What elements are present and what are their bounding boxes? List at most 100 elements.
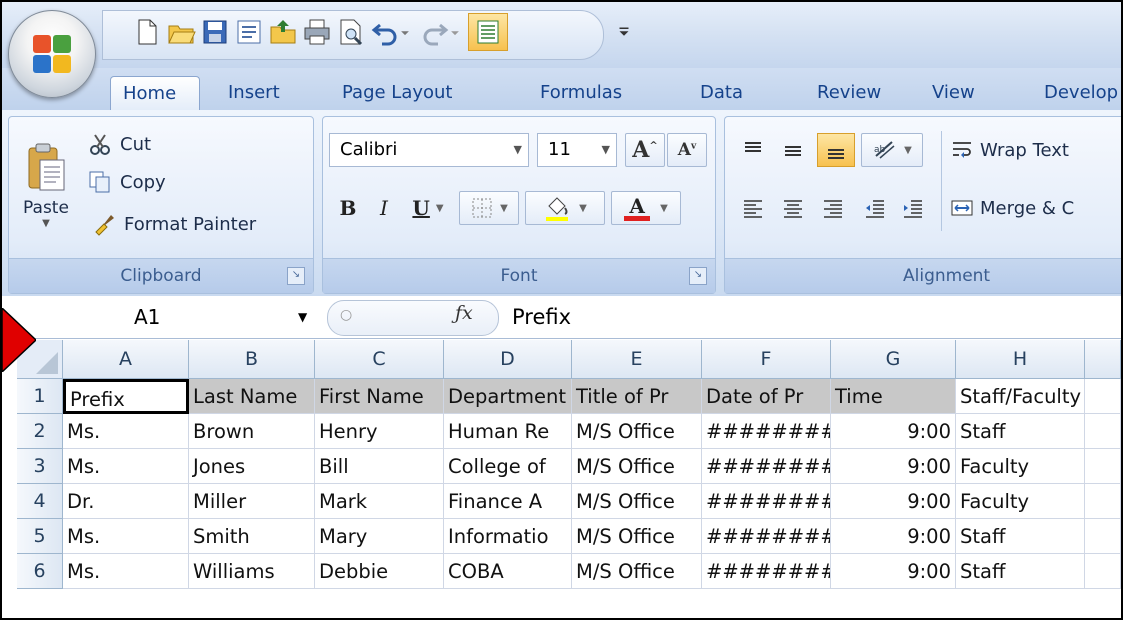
- increase-indent-button[interactable]: [895, 191, 931, 225]
- tab-review[interactable]: Review: [805, 76, 893, 110]
- cell-f5[interactable]: ########: [702, 519, 831, 554]
- column-header-next[interactable]: [1085, 340, 1121, 379]
- tab-formulas[interactable]: Formulas: [528, 76, 634, 110]
- cell-f2[interactable]: ########: [702, 414, 831, 449]
- cell-a3[interactable]: Ms.: [63, 449, 189, 484]
- cell-e5[interactable]: M/S Office: [572, 519, 702, 554]
- cell-d2[interactable]: Human Re: [444, 414, 572, 449]
- cell-empty[interactable]: [1085, 379, 1121, 414]
- cell-h1[interactable]: Staff/Faculty: [956, 379, 1085, 414]
- cell-e6[interactable]: M/S Office: [572, 554, 702, 589]
- cut-button[interactable]: Cut: [87, 127, 197, 161]
- column-header-h[interactable]: H: [956, 340, 1085, 379]
- cell-h6[interactable]: Staff: [956, 554, 1085, 589]
- form-button-icon[interactable]: [468, 13, 508, 51]
- cell-d3[interactable]: College of: [444, 449, 572, 484]
- cell-g2[interactable]: 9:00: [831, 414, 956, 449]
- save-icon[interactable]: [198, 15, 232, 49]
- row-header-4[interactable]: 4: [17, 484, 63, 519]
- name-box[interactable]: A1 ▼: [64, 300, 322, 334]
- cell-g6[interactable]: 9:00: [831, 554, 956, 589]
- font-color-button[interactable]: A ▼: [611, 191, 681, 225]
- cell-c4[interactable]: Mark: [315, 484, 444, 519]
- column-header-a[interactable]: A: [63, 340, 189, 379]
- align-center-button[interactable]: [775, 191, 811, 225]
- cell-a1[interactable]: Prefix: [63, 379, 189, 414]
- row-header-3[interactable]: 3: [17, 449, 63, 484]
- cell-h3[interactable]: Faculty: [956, 449, 1085, 484]
- font-name-combo[interactable]: Calibri ▼: [329, 133, 529, 167]
- cell-d6[interactable]: COBA: [444, 554, 572, 589]
- cell-b5[interactable]: Smith: [189, 519, 315, 554]
- cell-g4[interactable]: 9:00: [831, 484, 956, 519]
- row-header-6[interactable]: 6: [17, 554, 63, 589]
- cell-f4[interactable]: ########: [702, 484, 831, 519]
- cell-e3[interactable]: M/S Office: [572, 449, 702, 484]
- cell-empty[interactable]: [1085, 519, 1121, 554]
- tab-home[interactable]: Home: [110, 76, 200, 110]
- cell-g1[interactable]: Time: [831, 379, 956, 414]
- shrink-font-button[interactable]: Av: [667, 133, 707, 167]
- open-folder-icon[interactable]: [164, 15, 198, 49]
- cell-b4[interactable]: Miller: [189, 484, 315, 519]
- font-size-combo[interactable]: 11 ▼: [537, 133, 617, 167]
- cell-a6[interactable]: Ms.: [63, 554, 189, 589]
- cell-c2[interactable]: Henry: [315, 414, 444, 449]
- fill-color-button[interactable]: ▼: [525, 191, 605, 225]
- cell-a2[interactable]: Ms.: [63, 414, 189, 449]
- cell-b1[interactable]: Last Name: [189, 379, 315, 414]
- cell-f6[interactable]: ########: [702, 554, 831, 589]
- cell-b2[interactable]: Brown: [189, 414, 315, 449]
- merge-center-button[interactable]: Merge & C: [949, 191, 1121, 225]
- cell-e2[interactable]: M/S Office: [572, 414, 702, 449]
- cell-g3[interactable]: 9:00: [831, 449, 956, 484]
- cell-empty[interactable]: [1085, 449, 1121, 484]
- customize-quick-access-icon[interactable]: [612, 15, 636, 49]
- column-header-f[interactable]: F: [702, 340, 831, 379]
- copy-button[interactable]: Copy: [87, 165, 207, 199]
- column-header-g[interactable]: G: [831, 340, 956, 379]
- decrease-indent-button[interactable]: [857, 191, 893, 225]
- align-bottom-button[interactable]: [817, 133, 855, 167]
- borders-button[interactable]: ▼: [459, 191, 519, 225]
- grow-font-button[interactable]: A^: [625, 133, 665, 167]
- cancel-entry-icon[interactable]: ○: [340, 307, 352, 323]
- cell-c5[interactable]: Mary: [315, 519, 444, 554]
- row-header-2[interactable]: 2: [17, 414, 63, 449]
- print-preview-icon[interactable]: [334, 15, 368, 49]
- new-document-icon[interactable]: [130, 15, 164, 49]
- undo-dropdown-icon[interactable]: [396, 15, 414, 49]
- row-header-5[interactable]: 5: [17, 519, 63, 554]
- form-icon[interactable]: [232, 15, 266, 49]
- column-header-c[interactable]: C: [315, 340, 444, 379]
- publish-icon[interactable]: [266, 15, 300, 49]
- cell-d5[interactable]: Informatio: [444, 519, 572, 554]
- column-header-e[interactable]: E: [572, 340, 702, 379]
- cell-f1[interactable]: Date of Pr: [702, 379, 831, 414]
- column-header-d[interactable]: D: [444, 340, 572, 379]
- cell-d4[interactable]: Finance A: [444, 484, 572, 519]
- format-painter-button[interactable]: Format Painter: [91, 207, 291, 241]
- cell-c6[interactable]: Debbie: [315, 554, 444, 589]
- bold-button[interactable]: B: [333, 191, 363, 225]
- cell-b3[interactable]: Jones: [189, 449, 315, 484]
- redo-dropdown-icon[interactable]: [446, 15, 464, 49]
- tab-view[interactable]: View: [920, 76, 987, 110]
- cell-h4[interactable]: Faculty: [956, 484, 1085, 519]
- underline-button[interactable]: U ▼: [405, 191, 451, 225]
- align-middle-button[interactable]: [775, 133, 811, 167]
- quick-print-icon[interactable]: [300, 15, 334, 49]
- formula-input[interactable]: Prefix: [512, 300, 571, 334]
- cell-c3[interactable]: Bill: [315, 449, 444, 484]
- name-box-dropdown-icon[interactable]: ▼: [298, 300, 307, 334]
- tab-insert[interactable]: Insert: [216, 76, 292, 110]
- align-right-button[interactable]: [815, 191, 851, 225]
- cell-a4[interactable]: Dr.: [63, 484, 189, 519]
- column-header-b[interactable]: B: [189, 340, 315, 379]
- cell-g5[interactable]: 9:00: [831, 519, 956, 554]
- cell-h2[interactable]: Staff: [956, 414, 1085, 449]
- paste-button[interactable]: Paste ▼: [15, 129, 77, 241]
- font-launcher-icon[interactable]: ↘: [689, 267, 707, 285]
- wrap-text-button[interactable]: Wrap Text: [949, 133, 1121, 167]
- cell-c1[interactable]: First Name: [315, 379, 444, 414]
